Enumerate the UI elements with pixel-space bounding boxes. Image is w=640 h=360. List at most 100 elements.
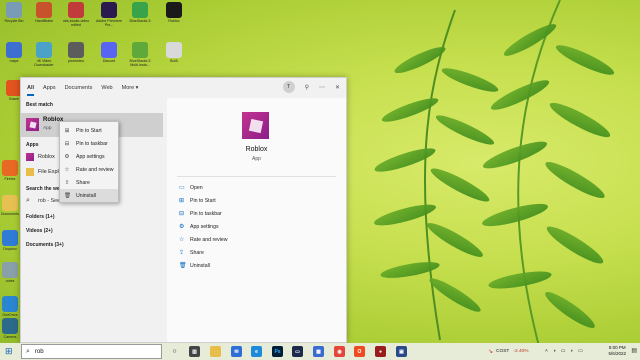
taskbar-search-box[interactable]: ⌕ rob [21, 344, 162, 359]
action-app-settings[interactable]: ⚙ App settings [179, 224, 219, 230]
desktop-icon[interactable]: Roblox [160, 2, 188, 36]
search-query: rob [34, 348, 44, 355]
best-match-type: App [43, 126, 52, 131]
desktop-icon-label: Adobe Premiere Pro... [96, 19, 122, 27]
office-icon[interactable]: O [354, 346, 365, 357]
desktop-icon[interactable]: Documents [0, 195, 20, 229]
more-options-icon[interactable]: ⋯ [319, 84, 325, 91]
desktop-icon[interactable]: maps [0, 42, 28, 76]
app-tray-icon[interactable]: ◑ [553, 349, 556, 354]
photoshop-icon[interactable]: Ps [272, 346, 283, 357]
tab-all[interactable]: All [27, 78, 35, 98]
windows-start-icon[interactable]: ⊞ [5, 346, 13, 357]
best-match-heading: Best match [26, 102, 53, 108]
share-icon: ⇪ [64, 179, 70, 186]
chevron-up-icon[interactable]: ˄ [545, 349, 548, 354]
volume-icon[interactable]: ◖ [570, 349, 573, 354]
desktop-icon[interactable]: Firefox [0, 160, 20, 194]
action-label: Rate and review [190, 237, 228, 243]
edge-icon[interactable]: e [251, 346, 262, 357]
chrome-icon[interactable]: ◉ [334, 346, 345, 357]
battery-icon[interactable]: ▭ [578, 349, 583, 354]
desktop-icon-label: Documents [0, 212, 20, 216]
divider [177, 176, 336, 177]
desktop-icon[interactable]: BlueStacks 5 Multi-Insta... [126, 42, 154, 76]
desktop-icon[interactable]: 4K Video Downloader [30, 42, 58, 76]
app-icon[interactable]: ▦ [313, 346, 324, 357]
tab-web[interactable]: Web [101, 78, 112, 98]
system-tray: ˄ ◑ ▭ ◖ ▭ [545, 343, 583, 360]
stock-widget[interactable]: ↘ COST -2.40% [488, 343, 529, 360]
star-icon: ☆ [64, 166, 70, 173]
notes-icon [2, 262, 18, 278]
pin-icon: ⊞ [64, 127, 70, 134]
videos-category[interactable]: Videos (2+) [26, 228, 53, 234]
ctx-app-settings[interactable]: ⚙ App settings [60, 150, 118, 163]
file-explorer-icon[interactable] [210, 346, 221, 357]
pin-icon: ⊟ [64, 140, 70, 147]
dropbox-icon [2, 230, 18, 246]
folder-icon [26, 168, 34, 176]
network-icon[interactable]: ▭ [561, 349, 566, 354]
action-pin-to-taskbar[interactable]: ⊟ Pin to taskbar [179, 211, 222, 217]
close-icon[interactable]: ✕ [335, 84, 340, 91]
ctx-pin-to-taskbar[interactable]: ⊟ Pin to taskbar [60, 137, 118, 150]
ctx-label: Share [76, 179, 90, 186]
search-tabs: All Apps Documents Web More ▾ T ⚲ ⋯ ✕ [21, 78, 348, 98]
ctx-uninstall[interactable]: 🗑 Uninstall [60, 189, 118, 202]
desktop-icon[interactable]: notes [0, 262, 20, 296]
context-menu: ⊞ Pin to Start ⊟ Pin to taskbar ⚙ App setti… [59, 121, 119, 203]
window-icon[interactable]: ▭ [292, 346, 303, 357]
discord-icon [101, 42, 117, 58]
ctx-label: Uninstall [76, 192, 96, 199]
action-share[interactable]: ⇪ Share [179, 250, 204, 256]
avatar[interactable]: T [282, 81, 295, 93]
desktop-icon[interactable]: Recycle Bin [0, 2, 28, 36]
desktop-icon-label: pixelvideo [68, 59, 84, 63]
handbrake-icon [36, 2, 52, 18]
tab-documents[interactable]: Documents [65, 78, 93, 98]
desktop-icon-label: Camera [3, 335, 17, 339]
tab-apps[interactable]: Apps [43, 78, 56, 98]
desktop-icon-label: Recycle Bin [4, 19, 24, 23]
detail-app-name: Roblox [245, 146, 268, 153]
desktop-icon[interactable]: BlueStacks 5 [126, 2, 154, 36]
desktop-icon[interactable]: Adobe Premiere Pro... [95, 2, 123, 36]
feedback-icon[interactable]: ⚲ [305, 84, 309, 91]
ctx-pin-to-start[interactable]: ⊞ Pin to Start [60, 124, 118, 137]
onedrive-icon [2, 296, 18, 312]
desktop-icon[interactable]: pixelvideo [62, 42, 90, 76]
desktop-icon-label: Roblox [168, 19, 180, 23]
ctx-label: Rate and review [76, 166, 114, 173]
task-view-icon[interactable]: ▥ [189, 346, 200, 357]
desktop-icon[interactable]: Discord [95, 42, 123, 76]
desktop-icon[interactable]: HandBrake [30, 2, 58, 36]
desktop-icon[interactable]: obs-studio-video edited [62, 2, 90, 36]
stock-name: COST [496, 349, 510, 354]
action-rate-and-review[interactable]: ☆ Rate and review [179, 237, 228, 243]
action-pin-to-start[interactable]: ⊞ Pin to Start [179, 198, 216, 204]
desktop-icon-label: obs-studio-video edited [62, 19, 90, 27]
notification-icon[interactable]: ▤ [631, 347, 637, 354]
ctx-share[interactable]: ⇪ Share [60, 176, 118, 189]
cortana-icon[interactable]: ○ [169, 346, 180, 357]
clock[interactable]: 8:00 PM 5/6/2022 [608, 345, 626, 357]
documents-icon [2, 195, 18, 211]
start-search-panel: All Apps Documents Web More ▾ T ⚲ ⋯ ✕ Be… [20, 77, 347, 343]
open-icon: ▭ [179, 185, 185, 191]
mail-icon[interactable]: ✉ [231, 346, 242, 357]
desktop-icon-label: HandBrake [35, 19, 53, 23]
action-uninstall[interactable]: 🗑 Uninstall [179, 263, 210, 269]
folders-category[interactable]: Folders (1+) [26, 214, 54, 220]
roblox-icon [26, 118, 39, 131]
share-icon: ⇪ [179, 250, 185, 256]
ctx-rate-and-review[interactable]: ☆ Rate and review [60, 163, 118, 176]
desktop-icon[interactable]: BofA [160, 42, 188, 76]
app-icon[interactable]: ▣ [396, 346, 407, 357]
desktop-icon[interactable]: Dropbox [0, 230, 20, 264]
tab-more[interactable]: More ▾ [122, 78, 139, 98]
action-label: App settings [190, 224, 219, 230]
recorder-icon[interactable]: ● [375, 346, 386, 357]
action-open[interactable]: ▭ Open [179, 185, 203, 191]
documents-category[interactable]: Documents (3+) [26, 242, 64, 248]
